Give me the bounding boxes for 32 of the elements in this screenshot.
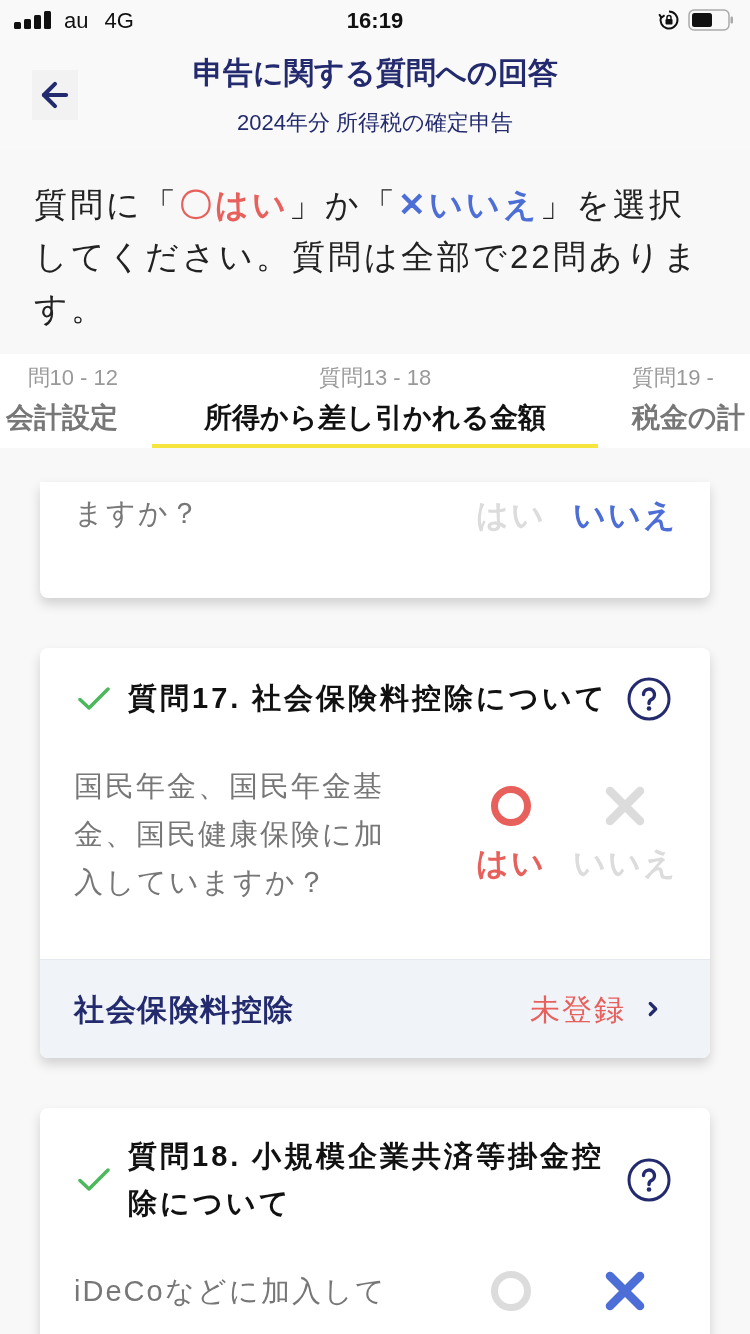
question-title: 質問18. 小規模企業共済等掛金控除について (128, 1139, 606, 1221)
help-icon (627, 1158, 671, 1202)
signal-icon (14, 11, 54, 29)
help-icon (627, 676, 671, 721)
time-label: 16:19 (346, 6, 404, 35)
question-title: 質問17. 社会保険料控除について (128, 681, 610, 716)
deduction-name: 社会保険料控除 (74, 991, 295, 1028)
question-text: iDeCoなどに加入して (74, 1274, 388, 1309)
no-option[interactable] (605, 1271, 645, 1311)
rotation-lock-icon (658, 9, 680, 31)
help-button[interactable] (627, 1158, 671, 1202)
yes-option[interactable]: はい (476, 785, 546, 883)
network-label: 4G (104, 6, 134, 35)
circle-icon (491, 1271, 531, 1311)
battery-icon (688, 9, 734, 31)
section-tab[interactable]: 問10 - 12 会計設定 (0, 354, 118, 448)
back-button[interactable] (32, 70, 78, 120)
help-button[interactable] (627, 676, 671, 721)
page-subtitle: 2024年分 所得税の確定申告 (236, 108, 514, 137)
registration-status: 未登録 (530, 991, 626, 1028)
instruction-text: 質問に「〇はい」か「✕いいえ」を選択してください。質問は全部で22問あります。 (33, 185, 701, 329)
section-tab[interactable]: 質問19 - 税金の計 (632, 354, 750, 448)
carrier-label: au (64, 6, 89, 35)
circle-icon (491, 785, 531, 826)
question-text: 国民年金、国民年金基金、国民健康保険に加入していますか？ (74, 769, 386, 900)
page-title: 申告に関する質問への回答 (192, 54, 558, 91)
section-tab[interactable]: 質問13 - 18 所得から差し引かれる金額 (152, 354, 598, 448)
no-option[interactable]: いいえ (572, 495, 678, 535)
cross-icon (605, 1271, 645, 1311)
question-text: ますか？ (74, 496, 202, 531)
deduction-row[interactable]: 社会保険料控除 未登録 (40, 959, 710, 1058)
cross-icon (605, 785, 645, 826)
